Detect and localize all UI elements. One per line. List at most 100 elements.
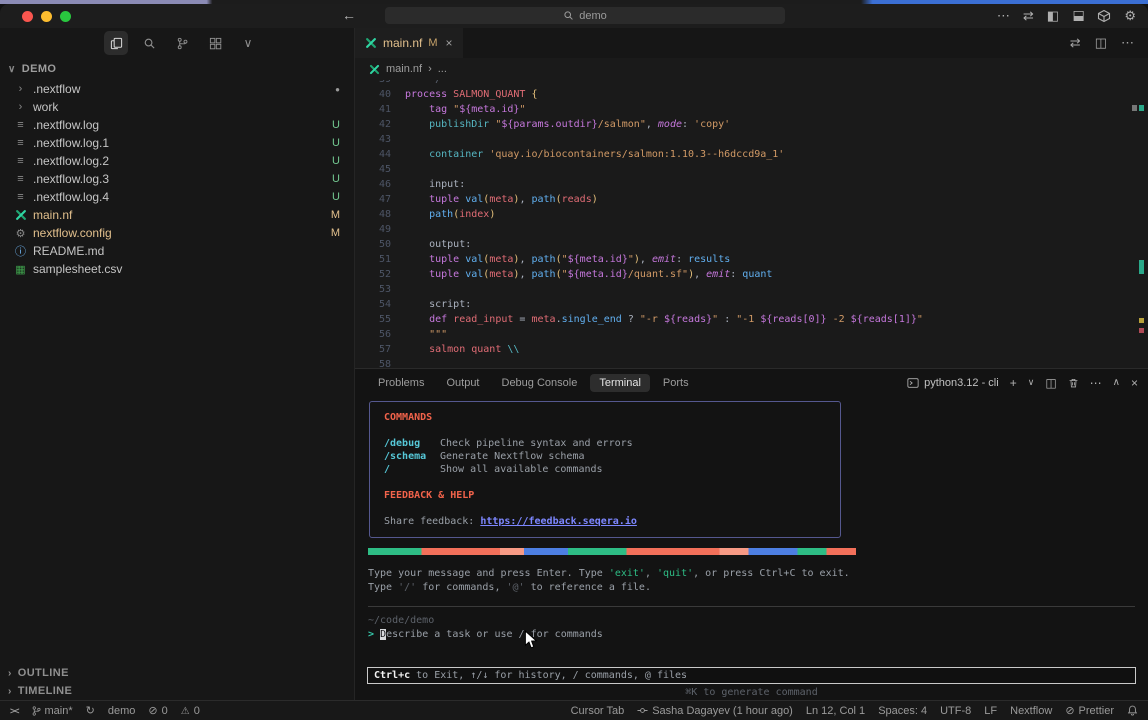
file-label: .nextflow.log.2 [33, 154, 109, 168]
git-status-badge: M [331, 227, 340, 239]
status-sync-icon[interactable]: ↻ [86, 704, 95, 717]
gear-file-icon: ⚙ [14, 227, 27, 240]
list-item-samplesheet-csv[interactable]: ▦samplesheet.csv [0, 260, 354, 278]
terminal[interactable]: COMMANDS /debugCheck pipeline syntax and… [355, 396, 1148, 700]
list-item--nextflow-log-3[interactable]: ≡.nextflow.log.3U [0, 170, 354, 188]
split-editor-icon[interactable]: ◫ [1095, 35, 1107, 51]
status-nextflow[interactable]: Nextflow [1010, 705, 1052, 717]
customize-layout-icon[interactable] [1097, 9, 1111, 23]
maximize-window-button[interactable] [60, 11, 71, 22]
status-sasha-dagayev-1-hour-ago[interactable]: Sasha Dagayev (1 hour ago) [637, 705, 793, 717]
extensions-icon[interactable] [203, 31, 227, 55]
breadcrumb-symbol: ... [438, 63, 447, 75]
list-item-nextflow-config[interactable]: ⚙nextflow.configM [0, 224, 354, 242]
panel-tab-terminal[interactable]: Terminal [590, 374, 650, 392]
panel-tab-ports[interactable]: Ports [654, 374, 698, 392]
feedback-link[interactable]: https://feedback.seqera.io [480, 516, 637, 527]
status-remote-icon[interactable]: >< [10, 705, 19, 717]
list-item-main-nf[interactable]: main.nfM [0, 206, 354, 224]
code-text: def read_input = meta.single_end ? "-r $… [391, 312, 923, 327]
file-label: .nextflow.log.3 [33, 172, 109, 186]
status-demo[interactable]: demo [108, 705, 136, 717]
titlebar-actions: ⋯ ⇄ ◧ ◧ ⚙ [997, 6, 1136, 26]
panel-tab-output[interactable]: Output [437, 374, 488, 392]
panel-tab-problems[interactable]: Problems [369, 374, 433, 392]
panel-tab-debug-console[interactable]: Debug Console [493, 374, 587, 392]
tab-main-nf[interactable]: main.nf M × [355, 28, 463, 58]
list-item--nextflow-log[interactable]: ≡.nextflow.logU [0, 116, 354, 134]
status-main[interactable]: main* [32, 705, 73, 717]
code-text: tag "${meta.id}" [391, 102, 525, 117]
code-text [391, 132, 405, 147]
status-0[interactable]: ⊘0 [148, 704, 167, 717]
status-0[interactable]: ⚠0 [181, 705, 200, 717]
split-terminal-icon[interactable]: ◫ [1045, 376, 1056, 390]
line-number: 50 [355, 237, 391, 252]
status-label: Cursor Tab [571, 705, 625, 717]
history-back-icon[interactable]: ← [342, 7, 356, 23]
code-text [391, 282, 405, 297]
chevron-down-icon[interactable]: ∨ [236, 31, 260, 55]
status-utf-8[interactable]: UTF-8 [940, 705, 971, 717]
list-item-work[interactable]: ›work [0, 98, 354, 116]
code-line: 47 tuple val(meta), path(reads) [355, 192, 1148, 207]
status-lf[interactable]: LF [984, 705, 997, 717]
status-label: 0 [162, 705, 168, 717]
sync-icon[interactable]: ⇄ [1023, 6, 1034, 26]
status-spaces-4[interactable]: Spaces: 4 [878, 705, 927, 717]
status-label: Ln 12, Col 1 [806, 705, 865, 717]
terminal-profile[interactable]: python3.12 - cli [907, 377, 999, 389]
nextflow-icon [369, 64, 380, 75]
terminal-dropdown-icon[interactable]: ∨ [1028, 377, 1035, 388]
explorer-icon[interactable] [104, 31, 128, 55]
list-item--nextflow[interactable]: ›.nextflow● [0, 80, 354, 98]
traffic-lights [22, 11, 71, 22]
toggle-primary-sidebar-icon[interactable]: ◧ [1047, 6, 1059, 26]
list-file-icon: ≡ [14, 137, 27, 149]
command-list: /debugCheck pipeline syntax and errors/s… [384, 437, 826, 476]
code-text: */ [391, 80, 441, 87]
chevron-right-icon: › [8, 668, 12, 679]
code-line: 58 [355, 357, 1148, 368]
code-editor[interactable]: 39 */40process SALMON_QUANT {41 tag "${m… [355, 80, 1148, 368]
kill-terminal-icon[interactable] [1068, 377, 1079, 389]
timeline-section[interactable]: › TIMELINE [0, 682, 354, 700]
search-text: demo [579, 10, 607, 22]
status-cursor-tab[interactable]: Cursor Tab [571, 705, 625, 717]
more-actions-icon[interactable]: ⋯ [997, 6, 1010, 26]
terminal-divider [368, 606, 1135, 607]
list-item--nextflow-log-1[interactable]: ≡.nextflow.log.1U [0, 134, 354, 152]
toggle-panel-icon[interactable]: ◧ [1068, 10, 1088, 22]
close-tab-icon[interactable]: × [446, 36, 453, 50]
statusbar-left: >< main* ↻ demo ⊘0 ⚠0 [10, 704, 200, 717]
code-line: 40process SALMON_QUANT { [355, 87, 1148, 102]
maximize-panel-icon[interactable]: ∧ [1113, 377, 1120, 388]
list-item-readme-md[interactable]: ⓘREADME.md [0, 242, 354, 260]
minimize-window-button[interactable] [41, 11, 52, 22]
list-item--nextflow-log-4[interactable]: ≡.nextflow.log.4U [0, 188, 354, 206]
terminal-prompt[interactable]: > Describe a task or use / for commands [368, 629, 1148, 640]
new-terminal-icon[interactable]: + [1010, 376, 1017, 390]
open-changes-icon[interactable]: ⇄ [1070, 35, 1081, 51]
git-status-badge: U [332, 137, 340, 149]
breadcrumb[interactable]: main.nf › ... [355, 58, 1148, 80]
more-actions-icon[interactable]: ⋯ [1121, 35, 1134, 51]
status-prettier[interactable]: ⊘Prettier [1065, 704, 1114, 717]
command-center-search[interactable]: demo [385, 7, 785, 24]
status-label: LF [984, 705, 997, 717]
status-ln-12-col-1[interactable]: Ln 12, Col 1 [806, 705, 865, 717]
command-name: / [384, 463, 440, 476]
command-name: /debug [384, 437, 440, 450]
source-control-icon[interactable] [170, 31, 194, 55]
explorer-section-header[interactable]: ∨ DEMO [0, 58, 354, 80]
settings-gear-icon[interactable]: ⚙ [1124, 6, 1136, 26]
code-line: 43 [355, 132, 1148, 147]
status-bell-icon[interactable] [1127, 705, 1138, 716]
list-item--nextflow-log-2[interactable]: ≡.nextflow.log.2U [0, 152, 354, 170]
close-panel-icon[interactable]: × [1131, 376, 1138, 390]
outline-section[interactable]: › OUTLINE [0, 664, 354, 682]
close-window-button[interactable] [22, 11, 33, 22]
code-text: script: [391, 297, 471, 312]
search-sidebar-icon[interactable] [137, 31, 161, 55]
more-actions-icon[interactable]: ⋯ [1090, 376, 1102, 390]
